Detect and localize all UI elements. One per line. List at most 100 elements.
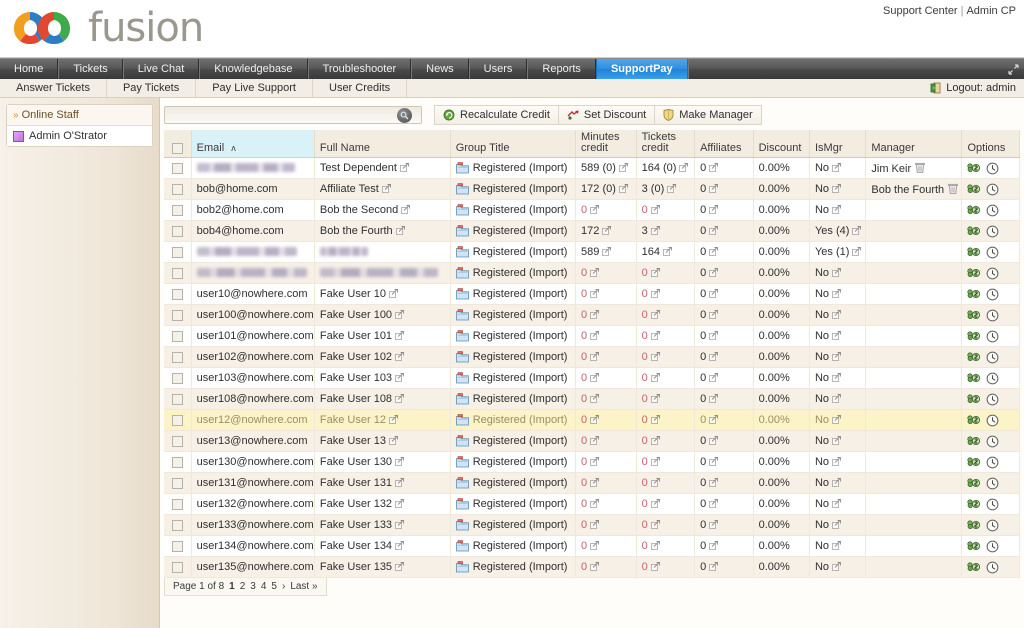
edit-link-icon[interactable] [709,163,719,172]
table-row[interactable]: user135@nowhere.com Fake User 135 Register… [164,556,1020,578]
credit-coins-icon[interactable] [967,183,981,195]
edit-link-icon[interactable] [395,352,405,361]
edit-link-icon[interactable] [709,289,719,298]
row-select-cell[interactable] [164,514,192,536]
row-select-cell[interactable] [164,178,192,200]
row-checkbox[interactable] [171,498,183,510]
edit-link-icon[interactable] [709,436,719,445]
row-checkbox[interactable] [171,204,183,216]
edit-link-icon[interactable] [590,520,600,529]
credit-coins-icon[interactable] [967,519,981,531]
logout-button[interactable]: Logout: admin [930,79,1024,97]
table-row[interactable]: user12@nowhere.com Fake User 12 Registered… [164,409,1020,431]
edit-link-icon[interactable] [832,520,841,529]
email-cell[interactable]: user101@nowhere.com [191,325,315,347]
credit-coins-icon[interactable] [967,477,981,489]
edit-link-icon[interactable] [650,520,660,529]
cell-email[interactable]: user108@nowhere.com [197,393,314,405]
edit-link-icon[interactable] [590,457,600,466]
column-header-fullname[interactable]: Full Name [314,130,451,158]
edit-link-icon[interactable] [400,163,409,172]
history-clock-icon[interactable] [986,477,999,490]
edit-link-icon[interactable] [395,541,405,550]
edit-link-icon[interactable] [832,310,841,319]
edit-link-icon[interactable] [832,499,841,508]
edit-link-icon[interactable] [832,184,841,193]
edit-link-icon[interactable] [709,520,719,529]
subnav-item-pay-tickets[interactable]: Pay Tickets [107,79,197,97]
edit-link-icon[interactable] [650,436,660,445]
credit-coins-icon[interactable] [967,414,981,426]
edit-link-icon[interactable] [395,562,405,571]
cell-email[interactable]: user103@nowhere.com [197,372,314,384]
recalculate-credit-button[interactable]: Recalculate Credit [434,105,558,125]
cell-email[interactable]: user102@nowhere.com [197,351,314,363]
edit-link-icon[interactable] [590,562,600,571]
history-clock-icon[interactable] [986,225,999,238]
credit-coins-icon[interactable] [967,288,981,300]
options-cell[interactable] [961,346,1020,368]
edit-link-icon[interactable] [395,373,405,382]
edit-link-icon[interactable] [590,289,600,298]
table-row[interactable]: user102@nowhere.com Fake User 102 Register… [164,346,1020,368]
email-cell[interactable]: user102@nowhere.com [191,346,315,368]
edit-link-icon[interactable] [618,163,628,172]
options-cell[interactable] [961,514,1020,536]
credit-coins-icon[interactable] [967,267,981,279]
table-row[interactable]: user100@nowhere.com Fake User 100 Register… [164,304,1020,326]
table-row[interactable]: user13@nowhere.com Fake User 13 Registered… [164,430,1020,452]
edit-link-icon[interactable] [590,415,600,424]
credit-coins-icon[interactable] [967,330,981,342]
cell-email[interactable]: user10@nowhere.com [197,288,308,300]
row-select-cell[interactable] [164,262,192,284]
edit-link-icon[interactable] [650,499,660,508]
history-clock-icon[interactable] [986,456,999,469]
brand-logo[interactable]: fusion [8,4,204,52]
edit-link-icon[interactable] [650,373,660,382]
email-cell[interactable]: user132@nowhere.com [191,493,315,515]
credit-coins-icon[interactable] [967,372,981,384]
edit-link-icon[interactable] [650,352,660,361]
edit-link-icon[interactable] [395,226,405,235]
edit-link-icon[interactable] [832,457,841,466]
row-select-cell[interactable] [164,556,192,578]
table-row[interactable]: Test Dependent Registered (Import) 589 (0)… [164,157,1020,179]
row-checkbox[interactable] [171,519,183,531]
edit-link-icon[interactable] [650,457,660,466]
edit-link-icon[interactable] [709,331,719,340]
edit-link-icon[interactable] [709,226,719,235]
history-clock-icon[interactable] [986,204,999,217]
history-clock-icon[interactable] [986,351,999,364]
edit-link-icon[interactable] [650,226,660,235]
column-header-tickets-credit[interactable]: Tickets credit [636,130,696,158]
edit-link-icon[interactable] [650,289,660,298]
support-center-link[interactable]: Support Center [883,5,958,17]
edit-link-icon[interactable] [667,184,677,193]
pagination-page-1[interactable]: 1 [229,581,235,592]
row-select-cell[interactable] [164,388,192,410]
edit-link-icon[interactable] [709,415,719,424]
row-checkbox[interactable] [171,162,183,174]
edit-link-icon[interactable] [590,331,600,340]
row-select-cell[interactable] [164,346,192,368]
options-cell[interactable] [961,388,1020,410]
row-checkbox[interactable] [171,246,183,258]
row-checkbox[interactable] [171,540,183,552]
column-header-discount[interactable]: Discount [753,130,810,158]
edit-link-icon[interactable] [590,394,600,403]
edit-link-icon[interactable] [709,247,719,256]
edit-link-icon[interactable] [852,226,862,235]
table-row[interactable]: user130@nowhere.com Fake User 130 Register… [164,451,1020,473]
edit-link-icon[interactable] [650,541,660,550]
row-select-cell[interactable] [164,304,192,326]
row-checkbox[interactable] [171,393,183,405]
history-clock-icon[interactable] [986,267,999,280]
nav-item-live-chat[interactable]: Live Chat [122,59,200,79]
edit-link-icon[interactable] [650,562,660,571]
edit-link-icon[interactable] [590,436,600,445]
email-cell[interactable]: user131@nowhere.com [191,472,315,494]
options-cell[interactable] [961,493,1020,515]
row-checkbox[interactable] [171,456,183,468]
history-clock-icon[interactable] [986,414,999,427]
edit-link-icon[interactable] [590,541,600,550]
